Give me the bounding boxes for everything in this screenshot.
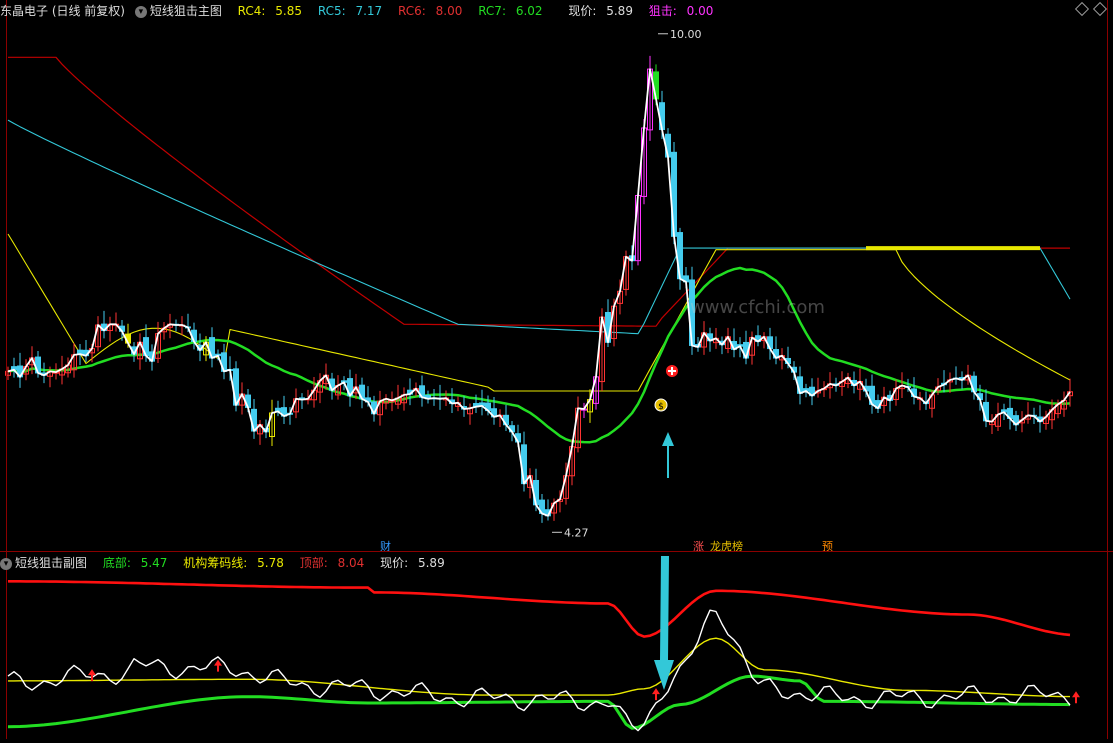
bottom-label: 底部: <box>102 556 131 570</box>
sub-up-arrow-icon <box>652 688 660 701</box>
main-header: 东晶电子 (日线 前复权) ▾ 短线狙击主图 RC4: 5.85 RC5: 7.1… <box>0 0 1113 22</box>
snipe-label: 狙击: <box>648 4 677 18</box>
top-readout: 顶部: 8.04 <box>300 556 371 570</box>
snipe-readout: 狙击: 0.00 <box>649 4 720 18</box>
cyan-band-line <box>7 119 1071 335</box>
top-line <box>8 579 1071 638</box>
chart-canvas[interactable]: 10.004.27$www.cfchi.com财涨龙虎榜预 <box>0 0 1113 739</box>
rc5-value: 7.17 <box>355 4 383 18</box>
rc7-readout: RC7: 6.02 <box>478 4 548 18</box>
rc6-readout: RC6: 8.00 <box>398 4 468 18</box>
rc4-readout: RC4: 5.85 <box>238 4 308 18</box>
watermark-text: www.cfchi.com <box>690 297 825 318</box>
sub-price-label: 现价: <box>380 556 409 570</box>
buy-arrow-icon <box>662 432 674 478</box>
bottom-value: 5.47 <box>140 556 168 570</box>
rc6-value: 8.00 <box>435 4 463 18</box>
sub-header: ▾ 短线狙击副图 底部: 5.47 机构筹码线: 5.78 顶部: 8.04 现价… <box>0 552 1113 574</box>
sub-price-readout: 现价: 5.89 <box>380 556 451 570</box>
price-readout: 现价: 5.89 <box>568 4 639 18</box>
high-label: 10.00 <box>670 28 702 41</box>
yellow-band-line <box>7 233 1071 392</box>
rc4-value: 5.85 <box>275 4 303 18</box>
rc4-label: RC4: <box>237 4 266 18</box>
sub-price-value: 5.89 <box>417 556 445 570</box>
toggle-icon: ▾ <box>0 557 12 570</box>
inst-label: 机构筹码线: <box>183 556 248 570</box>
main-indicator-name: 短线狙击主图 <box>149 4 222 18</box>
chart-stage[interactable]: 10.00 4.27 $ www.cfchi.com 财涨龙虎榜预 <box>0 0 1113 739</box>
price-line <box>7 68 1071 517</box>
stock-title: 东晶电子 (日线 前复权) <box>0 4 125 18</box>
inst-value: 5.78 <box>257 556 284 570</box>
low-label: 4.27 <box>564 526 589 539</box>
sub-up-arrow-icon <box>1072 691 1080 704</box>
sub-up-arrow-icon <box>88 669 96 682</box>
red-band-line <box>8 56 1070 327</box>
rc6-label: RC6: <box>398 4 426 18</box>
rc7-value: 6.02 <box>515 4 543 18</box>
rc7-label: RC7: <box>478 4 506 18</box>
sub-white-line <box>7 609 1071 732</box>
toggle-icon: ▾ <box>134 5 147 18</box>
inst-readout: 机构筹码线: 5.78 <box>183 556 290 570</box>
sub-up-arrow-icon <box>214 659 222 672</box>
bottom-readout: 底部: 5.47 <box>103 556 174 570</box>
rc5-label: RC5: <box>317 4 346 18</box>
right-edge <box>1107 0 1108 739</box>
rc5-readout: RC5: 7.17 <box>318 4 388 18</box>
main-indicator-toggle[interactable]: ▾ 短线狙击主图 <box>134 4 228 18</box>
sub-indicator-toggle[interactable]: ▾ 短线狙击副图 <box>0 556 93 570</box>
top-value: 8.04 <box>337 556 365 570</box>
bottom-line <box>7 674 1071 730</box>
dollar-coin-label: $ <box>658 402 664 412</box>
sub-indicator-name: 短线狙击副图 <box>15 556 88 570</box>
top-label: 顶部: <box>299 556 328 570</box>
inst-chip-line <box>8 637 1070 698</box>
left-edge <box>6 0 7 739</box>
green-trend-line <box>7 266 1071 444</box>
price-label: 现价: <box>568 4 597 18</box>
price-value: 5.89 <box>606 4 633 18</box>
snipe-value: 0.00 <box>686 4 714 18</box>
